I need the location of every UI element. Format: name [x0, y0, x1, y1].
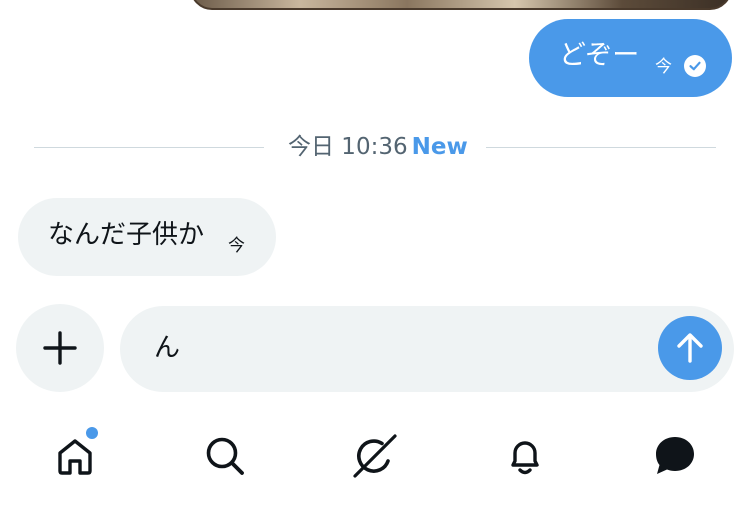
search-icon	[206, 437, 244, 475]
read-check-icon	[684, 55, 706, 77]
message-input-value[interactable]: ん	[154, 332, 180, 364]
incoming-message-bubble[interactable]: なんだ子供か 今	[18, 198, 276, 276]
date-divider: 今日 10:36 New	[288, 133, 468, 161]
message-text: なんだ子供か	[48, 220, 205, 250]
arrow-up-icon	[677, 333, 703, 363]
shared-photo-message[interactable]	[190, 0, 732, 10]
tab-search[interactable]	[197, 428, 253, 484]
bell-icon	[511, 441, 539, 475]
divider-date-label: 今日 10:36	[288, 134, 408, 160]
send-button[interactable]	[658, 316, 722, 380]
tab-notifications[interactable]	[497, 428, 553, 484]
bottom-tab-bar	[0, 420, 750, 500]
tab-grok[interactable]	[347, 428, 403, 484]
new-label: New	[411, 134, 468, 160]
home-icon	[58, 439, 92, 475]
tab-messages[interactable]	[647, 428, 703, 484]
add-attachment-button[interactable]	[16, 304, 104, 392]
message-time: 今	[228, 236, 245, 256]
plus-icon	[43, 331, 77, 365]
message-input[interactable]: ん	[120, 306, 734, 392]
grok-icon	[353, 434, 397, 478]
messages-icon	[656, 437, 694, 474]
message-time: 今	[655, 57, 672, 77]
outgoing-message-bubble[interactable]: どぞー 今	[529, 19, 732, 97]
message-text: どぞー	[559, 40, 640, 71]
divider-line-right	[486, 147, 716, 148]
divider-line-left	[34, 147, 264, 148]
home-notification-badge	[86, 427, 98, 439]
